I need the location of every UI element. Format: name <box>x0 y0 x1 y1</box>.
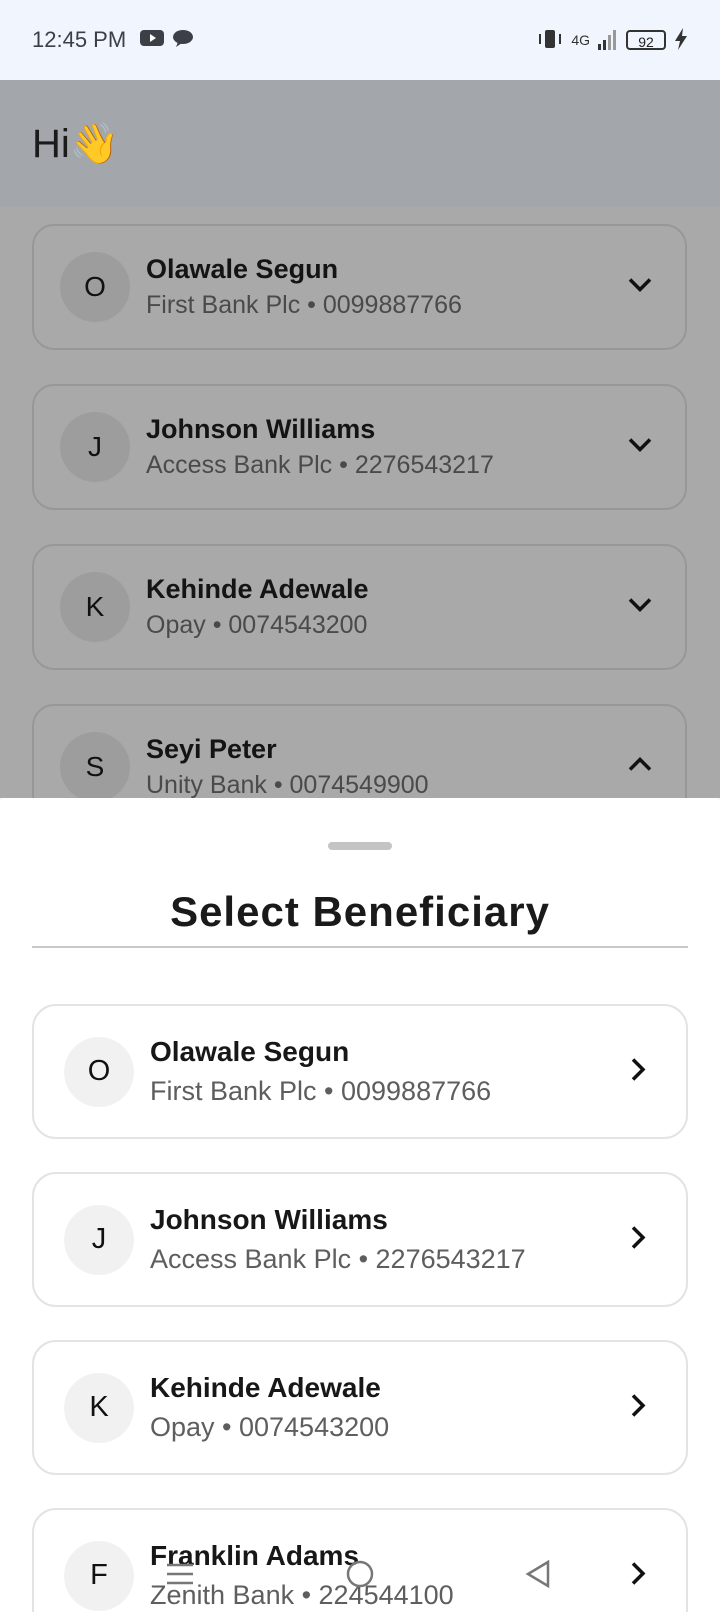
sheet-drag-handle[interactable] <box>328 842 392 850</box>
chevron-right-icon <box>630 1056 646 1087</box>
status-time: 12:45 PM <box>32 27 127 52</box>
beneficiary-option[interactable]: J Johnson Williams Access Bank Plc • 227… <box>32 1172 688 1307</box>
select-beneficiary-sheet: Select Beneficiary O Olawale Segun First… <box>0 798 720 1612</box>
battery-icon: 92 <box>626 30 666 50</box>
avatar: J <box>64 1204 134 1275</box>
avatar: K <box>64 1372 134 1443</box>
beneficiary-name: Kehinde Adewale <box>146 574 369 604</box>
beneficiary-detail: Access Bank Plc • 2276543217 <box>146 451 494 479</box>
avatar: J <box>60 412 130 482</box>
system-nav-bar <box>0 1540 720 1612</box>
chevron-right-icon <box>630 1392 646 1423</box>
beneficiary-name: Olawale Segun <box>146 254 339 284</box>
avatar: S <box>60 732 130 798</box>
beneficiary-option[interactable]: O Olawale Segun First Bank Plc • 0099887… <box>32 1004 688 1139</box>
chevron-down-icon[interactable] <box>627 277 653 298</box>
beneficiary-detail: Opay • 0074543200 <box>150 1412 390 1442</box>
home-beneficiary-card[interactable]: K Kehinde Adewale Opay • 0074543200 <box>32 544 687 670</box>
home-beneficiary-card[interactable]: O Olawale Segun First Bank Plc • 0099887… <box>32 224 687 350</box>
home-beneficiary-card[interactable]: J Johnson Williams Access Bank Plc • 227… <box>32 384 687 510</box>
home-screen-background: Hi👋 O Olawale Segun First Bank Plc • 009… <box>0 80 720 798</box>
chat-icon <box>172 27 194 53</box>
chevron-up-icon[interactable] <box>627 757 653 778</box>
avatar: O <box>64 1036 134 1107</box>
recents-menu-icon[interactable] <box>158 1552 202 1596</box>
beneficiary-option[interactable]: K Kehinde Adewale Opay • 0074543200 <box>32 1340 688 1475</box>
avatar: O <box>60 252 130 322</box>
signal-icon <box>598 28 618 53</box>
avatar: K <box>60 572 130 642</box>
status-bar: 12:45 PM 4G 92 <box>0 0 720 80</box>
back-triangle-icon[interactable] <box>516 1552 560 1596</box>
beneficiary-detail: Unity Bank • 0074549900 <box>146 771 429 798</box>
beneficiary-detail: Opay • 0074543200 <box>146 611 368 639</box>
beneficiary-detail: First Bank Plc • 0099887766 <box>150 1076 492 1106</box>
battery-level: 92 <box>638 34 654 50</box>
beneficiary-name: Johnson Williams <box>146 414 376 444</box>
beneficiary-detail: First Bank Plc • 0099887766 <box>146 291 462 319</box>
chevron-down-icon[interactable] <box>627 597 653 618</box>
title-divider <box>32 946 688 948</box>
charging-icon <box>674 27 688 53</box>
beneficiary-name: Johnson Williams <box>150 1204 388 1235</box>
vibrate-icon <box>537 28 563 53</box>
beneficiary-detail: Access Bank Plc • 2276543217 <box>150 1244 526 1274</box>
beneficiary-name: Seyi Peter <box>146 734 277 764</box>
youtube-icon <box>140 27 165 53</box>
network-type-label: 4G <box>571 32 590 48</box>
greeting-text: Hi👋 <box>32 122 120 166</box>
home-beneficiary-card[interactable]: S Seyi Peter Unity Bank • 0074549900 <box>32 704 687 798</box>
chevron-right-icon <box>630 1224 646 1255</box>
chevron-down-icon[interactable] <box>627 437 653 458</box>
home-header: Hi👋 <box>0 80 720 207</box>
home-circle-icon[interactable] <box>338 1552 382 1596</box>
beneficiary-name: Olawale Segun <box>150 1036 350 1067</box>
beneficiary-name: Kehinde Adewale <box>150 1372 381 1403</box>
sheet-title: Select Beneficiary <box>170 888 550 935</box>
